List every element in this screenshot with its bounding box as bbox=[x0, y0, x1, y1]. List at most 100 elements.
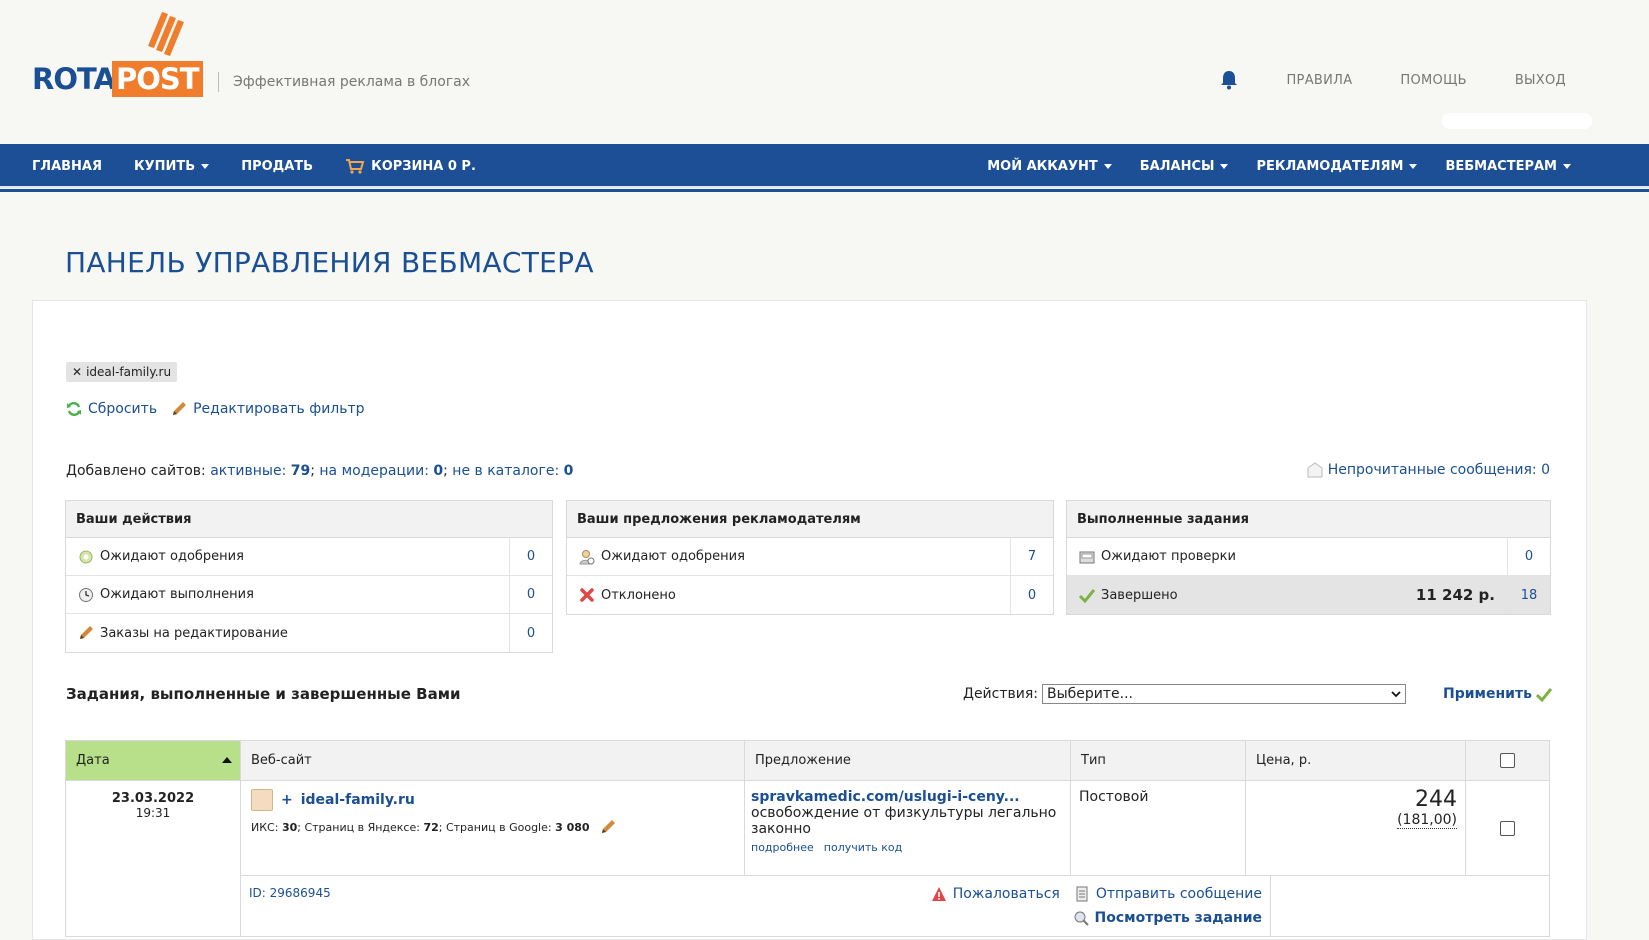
box-row-label: Завершено bbox=[1101, 587, 1178, 603]
box-row: Ожидают одобрения 0 bbox=[66, 538, 552, 576]
column-date-header[interactable]: Дата bbox=[66, 741, 241, 780]
box-row-label: Ожидают одобрения bbox=[601, 549, 745, 564]
expand-plus-icon[interactable]: + bbox=[281, 792, 293, 808]
nav-cart[interactable]: КОРЗИНА 0 Р. bbox=[345, 158, 476, 174]
box-row-label: Заказы на редактирование bbox=[100, 625, 288, 641]
caret-down-icon bbox=[201, 163, 210, 169]
unread-messages-link[interactable]: Непрочитанные сообщения: 0 bbox=[1328, 462, 1550, 478]
box-row-count-link[interactable]: 0 bbox=[510, 549, 552, 564]
nav-home[interactable]: ГЛАВНАЯ bbox=[32, 159, 102, 174]
pencil-icon bbox=[80, 626, 93, 639]
help-link[interactable]: ПОМОЩЬ bbox=[1400, 73, 1466, 88]
separator: ; bbox=[443, 463, 448, 479]
date-cell: 23.03.2022 19:31 bbox=[66, 781, 241, 876]
nav-sell[interactable]: ПРОДАТЬ bbox=[241, 159, 313, 174]
sites-active-count: 79 bbox=[290, 463, 311, 479]
task-date: 23.03.2022 bbox=[111, 791, 195, 806]
send-message-label: Отправить сообщение bbox=[1095, 886, 1262, 902]
box-row-label: Ожидают проверки bbox=[1101, 549, 1236, 564]
task-time: 19:31 bbox=[135, 806, 171, 820]
page-title: ПАНЕЛЬ УПРАВЛЕНИЯ ВЕБМАСТЕРА bbox=[65, 246, 594, 279]
pending-approval-icon bbox=[79, 550, 93, 563]
magnifier-icon bbox=[1074, 911, 1089, 926]
offer-text: освобождение от физкультуры легально зак… bbox=[751, 805, 1057, 837]
box-row-label: Ожидают выполнения bbox=[100, 587, 254, 602]
sites-moderation-link[interactable]: на модерации: 0 bbox=[319, 463, 443, 479]
sites-moderation-label: на модерации: bbox=[319, 463, 429, 479]
site-link[interactable]: ideal-family.ru bbox=[301, 792, 415, 808]
box-row-count-link[interactable]: 0 bbox=[510, 626, 552, 641]
envelope-icon bbox=[1307, 462, 1323, 478]
iks-value: 30 bbox=[281, 820, 298, 834]
edit-filter-link[interactable]: Редактировать фильтр bbox=[171, 401, 365, 417]
box-title: Выполненные задания bbox=[1067, 501, 1550, 538]
column-offer-header[interactable]: Предложение bbox=[745, 741, 1071, 780]
select-all-cell bbox=[1466, 741, 1549, 780]
nav-balances[interactable]: БАЛАНСЫ bbox=[1140, 159, 1229, 174]
user-pending-icon bbox=[579, 549, 595, 564]
box-row: Ожидают выполнения 0 bbox=[66, 576, 552, 614]
column-type-header[interactable]: Тип bbox=[1071, 741, 1246, 780]
box-row-count-link[interactable]: 7 bbox=[1011, 549, 1053, 564]
select-all-checkbox[interactable] bbox=[1500, 753, 1515, 768]
pencil-icon[interactable] bbox=[600, 819, 616, 835]
actions-select-value: Выберите... bbox=[1047, 686, 1134, 702]
complain-link[interactable]: Пожаловаться bbox=[931, 886, 1060, 902]
nav-advertisers[interactable]: РЕКЛАМОДАТЕЛЯМ bbox=[1256, 158, 1418, 174]
type-cell: Постовой bbox=[1071, 781, 1246, 876]
clock-icon bbox=[79, 587, 93, 602]
nav-webmasters[interactable]: ВЕБМАСТЕРАМ bbox=[1445, 159, 1571, 174]
sites-not-catalog-count: 0 bbox=[563, 463, 574, 479]
reset-filter-label: Сбросить bbox=[88, 401, 158, 417]
caret-down-icon bbox=[1103, 163, 1112, 169]
task-id-link[interactable]: ID: 29686945 bbox=[249, 886, 331, 900]
filter-tag[interactable]: ✕ ideal-family.ru bbox=[66, 362, 178, 382]
top-links: ПРАВИЛА ПОМОЩЬ ВЫХОД bbox=[1220, 70, 1566, 90]
sort-asc-icon bbox=[222, 757, 232, 763]
nav-buy[interactable]: КУПИТЬ bbox=[134, 159, 210, 174]
offer-link[interactable]: spravkamedic.com/uslugi-i-ceny... bbox=[751, 789, 1020, 805]
box-completed-tasks: Выполненные задания Ожидают проверки 0 З… bbox=[1066, 500, 1551, 615]
nav-left: ГЛАВНАЯ КУПИТЬ ПРОДАТЬ КОРЗИНА 0 Р. bbox=[32, 144, 476, 188]
yandex-value: 72 bbox=[423, 820, 439, 834]
rules-link[interactable]: ПРАВИЛА bbox=[1286, 73, 1352, 88]
column-price-header[interactable]: Цена, р. bbox=[1246, 741, 1466, 780]
table-row: 23.03.2022 19:31 + ideal-family.ru ИКС: … bbox=[66, 781, 1549, 876]
sites-not-catalog-link[interactable]: не в каталоге: 0 bbox=[452, 463, 573, 479]
box-row-count-link[interactable]: 18 bbox=[1508, 588, 1550, 603]
view-task-link[interactable]: Посмотреть задание bbox=[1073, 910, 1262, 926]
yandex-label: Страниц в Яндексе: bbox=[304, 820, 420, 834]
check-icon bbox=[1079, 589, 1095, 603]
box-row-count-link[interactable]: 0 bbox=[1011, 588, 1053, 603]
caret-down-icon bbox=[1563, 163, 1571, 169]
box-row: Отклонено 0 bbox=[567, 576, 1053, 614]
row-select-cell bbox=[1466, 781, 1549, 876]
price-cell: 244 (181,00) bbox=[1246, 781, 1466, 876]
nav-cart-label: КОРЗИНА 0 Р. bbox=[371, 158, 476, 174]
nav-advertisers-label: РЕКЛАМОДАТЕЛЯМ bbox=[1256, 158, 1404, 174]
column-site-header[interactable]: Веб-сайт bbox=[241, 741, 745, 780]
document-icon bbox=[1076, 886, 1088, 902]
logout-link[interactable]: ВЫХОД bbox=[1515, 73, 1566, 88]
refresh-icon bbox=[67, 402, 81, 416]
google-value: 3 080 bbox=[555, 820, 590, 834]
send-message-link[interactable]: Отправить сообщение bbox=[1074, 886, 1262, 902]
close-icon[interactable]: ✕ bbox=[72, 365, 82, 379]
bell-icon[interactable] bbox=[1220, 70, 1238, 90]
apply-button[interactable]: Применить bbox=[1443, 686, 1552, 702]
offer-more-link[interactable]: подробнее bbox=[751, 841, 814, 854]
table-row-actions: ID: 29686945 Пожаловаться Отправить сооб… bbox=[66, 876, 1549, 936]
google-label: Страниц в Google: bbox=[445, 820, 552, 834]
caret-down-icon bbox=[1409, 163, 1418, 169]
box-row-count-link[interactable]: 0 bbox=[1508, 549, 1550, 564]
get-code-link[interactable]: получить код bbox=[824, 841, 902, 854]
nav-my-account[interactable]: МОЙ АККАУНТ bbox=[987, 159, 1112, 174]
sites-active-link[interactable]: активные: 79 bbox=[210, 463, 310, 479]
box-row-label: Ожидают одобрения bbox=[100, 549, 244, 564]
box-row: Заказы на редактирование 0 bbox=[66, 614, 552, 652]
reset-filter-link[interactable]: Сбросить bbox=[66, 401, 157, 417]
box-row-count-link[interactable]: 0 bbox=[510, 587, 552, 602]
row-checkbox[interactable] bbox=[1500, 820, 1515, 836]
actions-select[interactable]: Выберите... bbox=[1042, 684, 1406, 704]
price-sub-value: (181,00) bbox=[1397, 812, 1457, 829]
